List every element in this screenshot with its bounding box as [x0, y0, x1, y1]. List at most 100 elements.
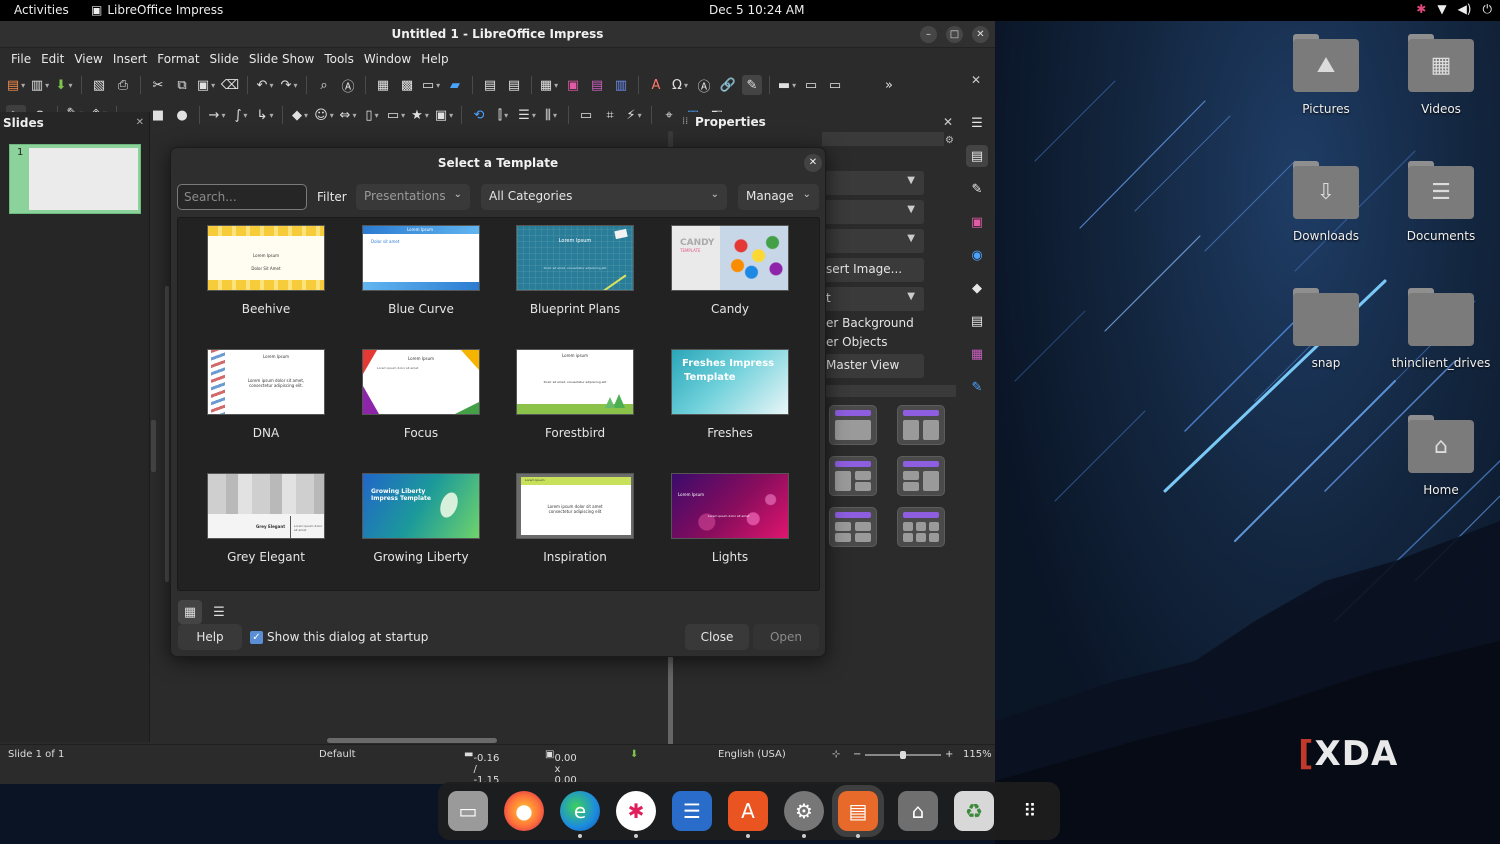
crop-icon[interactable]: ⌗: [600, 105, 620, 125]
slide-thumbnail[interactable]: 1: [9, 144, 141, 214]
dock-firefox-icon[interactable]: ●: [504, 791, 544, 831]
orientation-dropdown[interactable]: ▼: [822, 200, 924, 224]
menu-format[interactable]: Format: [152, 52, 204, 66]
lines-arrows-icon[interactable]: →: [207, 105, 227, 125]
start-first-slide-icon[interactable]: ▤: [480, 75, 500, 95]
duplicate-slide-icon[interactable]: ▭: [825, 75, 845, 95]
dock-writer-icon[interactable]: ☰: [672, 791, 712, 831]
app-menu[interactable]: ▣ LibreOffice Impress: [91, 3, 223, 17]
master-background-checkbox-label[interactable]: er Background: [826, 316, 914, 330]
background-dropdown[interactable]: ▼: [822, 229, 924, 253]
master-slide-dropdown[interactable]: t ▼: [822, 287, 924, 311]
helplines-icon[interactable]: ▩: [397, 75, 417, 95]
connectors-icon[interactable]: ↳: [255, 105, 275, 125]
menu-insert[interactable]: Insert: [108, 52, 152, 66]
flowchart-icon[interactable]: ▯: [362, 105, 382, 125]
menu-file[interactable]: File: [6, 52, 36, 66]
desktop-icon-pictures[interactable]: ⛰ Pictures: [1271, 34, 1381, 116]
template-blue-curve[interactable]: Lorem Ipsum Dolor sit amet Blue Curve: [333, 218, 483, 328]
sidebar-settings-icon[interactable]: ⚙: [945, 135, 954, 146]
cut-icon[interactable]: ✂: [148, 75, 168, 95]
display-views-icon[interactable]: ▭: [421, 75, 441, 95]
desktop-icon-downloads[interactable]: ⇩ Downloads: [1271, 161, 1381, 243]
rotate-icon[interactable]: ⟲: [469, 105, 489, 125]
template-dna[interactable]: Lorem Ipsum Lorem ipsum dolor sit amet, …: [178, 342, 328, 452]
master-slide-icon[interactable]: ▰: [445, 75, 465, 95]
styles-icon[interactable]: ▦: [966, 343, 988, 365]
thumbnail-view-button[interactable]: ▦: [178, 600, 202, 624]
dock-trash-icon[interactable]: ♻: [954, 791, 994, 831]
special-character-icon[interactable]: Ω: [670, 75, 690, 95]
master-view-button[interactable]: Master View: [822, 354, 924, 378]
pane-splitter-handle[interactable]: [151, 420, 156, 472]
maximize-button[interactable]: □: [946, 26, 963, 43]
spelling-icon[interactable]: Ⓐ: [338, 75, 358, 95]
clone-formatting-icon[interactable]: ⌫: [220, 75, 240, 95]
document-modified-icon[interactable]: ⬇: [630, 749, 638, 760]
design-icon[interactable]: ✎: [966, 376, 988, 398]
template-grey-elegant[interactable]: Grey Elegant Lorem ipsum dolor sit amet …: [178, 466, 328, 576]
toolbar-overflow-icon[interactable]: »: [879, 75, 899, 95]
window-titlebar[interactable]: Untitled 1 - LibreOffice Impress – □ ✕: [0, 21, 995, 48]
callouts-icon[interactable]: ▭: [386, 105, 406, 125]
fontwork-icon[interactable]: Ⓐ: [694, 75, 714, 95]
close-button[interactable]: Close: [685, 624, 749, 650]
slides-pane-scrollbar[interactable]: [165, 286, 169, 582]
animation-icon[interactable]: ▣: [966, 211, 988, 233]
manage-button[interactable]: Manage ⌄: [738, 184, 819, 210]
slide-layout-icon[interactable]: ▭: [801, 75, 821, 95]
grid-icon[interactable]: ▦: [373, 75, 393, 95]
zoom-level[interactable]: 115%: [963, 749, 992, 760]
chart-icon[interactable]: ▥: [611, 75, 631, 95]
drag-handle-icon[interactable]: ⁞⁞: [682, 116, 688, 127]
template-lights[interactable]: Lorem Ipsum Lorem ipsum dolor sit amet L…: [642, 466, 792, 576]
template-search-input[interactable]: [177, 184, 307, 210]
template-candy[interactable]: CANDY TEMPLATE Candy: [642, 218, 792, 328]
desktop-icon-videos[interactable]: ▦ Videos: [1386, 34, 1496, 116]
shadow-icon[interactable]: ▭: [576, 105, 596, 125]
start-current-slide-icon[interactable]: ▤: [504, 75, 524, 95]
system-tray[interactable]: ✱ ▼ ◀) ⏻: [1416, 2, 1492, 17]
menu-help[interactable]: Help: [416, 52, 453, 66]
export-pdf-icon[interactable]: ▧: [89, 75, 109, 95]
layout-title-2-content[interactable]: [897, 405, 945, 445]
undo-icon[interactable]: ↶: [255, 75, 275, 95]
checkbox-checked-icon[interactable]: ✓: [250, 630, 263, 644]
dock-software-icon[interactable]: A: [728, 791, 768, 831]
slack-tray-icon[interactable]: ✱: [1416, 2, 1426, 17]
new-icon[interactable]: ▤: [6, 75, 26, 95]
template-inspiration[interactable]: Lorem Ipsum Lorem ipsum dolor sit amet c…: [487, 466, 637, 576]
dock-edge-icon[interactable]: e: [560, 791, 600, 831]
copy-icon[interactable]: ⧉: [172, 75, 192, 95]
hyperlink-icon[interactable]: 🔗: [718, 75, 738, 95]
dock-files-icon[interactable]: ▭: [448, 791, 488, 831]
draw-function-icon[interactable]: ✎: [742, 75, 762, 95]
image-icon[interactable]: ▣: [563, 75, 583, 95]
table-icon[interactable]: ▦: [539, 75, 559, 95]
media-icon[interactable]: ▤: [587, 75, 607, 95]
redo-icon[interactable]: ↷: [279, 75, 299, 95]
slide-transition-icon[interactable]: ✎: [966, 178, 988, 200]
minimize-button[interactable]: –: [920, 26, 937, 43]
layout-title-content-2[interactable]: [829, 456, 877, 496]
open-template-icon[interactable]: ▥: [30, 75, 50, 95]
align-icon[interactable]: ⫿: [493, 105, 513, 125]
close-properties-icon[interactable]: ✕: [943, 115, 953, 129]
points-icon[interactable]: ⌖: [659, 105, 679, 125]
editor-horizontal-scrollbar[interactable]: [327, 738, 497, 743]
stars-icon[interactable]: ★: [410, 105, 430, 125]
template-focus[interactable]: Lorem Ipsum Lorem ipsum dolor sit amet F…: [333, 342, 483, 452]
find-replace-icon[interactable]: ⌕: [314, 75, 334, 95]
menu-window[interactable]: Window: [359, 52, 416, 66]
template-forestbird[interactable]: Lorem ipsum Dolor sit amet, consectetur …: [487, 342, 637, 452]
dock-slack-icon[interactable]: ✱: [616, 791, 656, 831]
menu-tools[interactable]: Tools: [319, 52, 359, 66]
dock-impress-icon[interactable]: ▤: [832, 785, 884, 837]
desktop-icon-snap[interactable]: snap: [1271, 288, 1381, 370]
menu-edit[interactable]: Edit: [36, 52, 69, 66]
layout-title-4-content[interactable]: [829, 507, 877, 547]
properties-tab-icon[interactable]: ▤: [966, 145, 988, 167]
show-at-startup-checkbox[interactable]: ✓ Show this dialog at startup: [250, 630, 428, 644]
dock-usb-icon[interactable]: ⌂: [898, 791, 938, 831]
zoom-slider-handle[interactable]: [900, 751, 906, 759]
